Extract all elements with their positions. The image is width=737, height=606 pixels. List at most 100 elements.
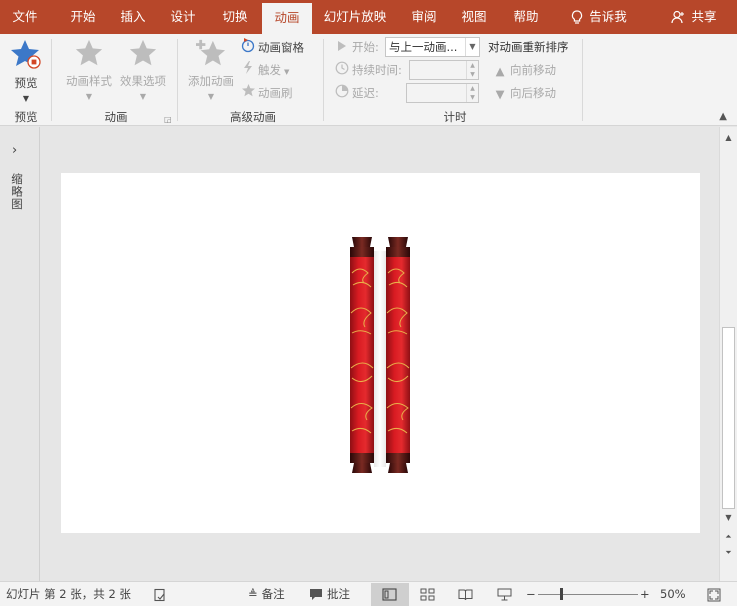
group-divider xyxy=(323,39,324,121)
zoom-slider-thumb[interactable] xyxy=(560,588,563,600)
triangle-down-icon: ▼ xyxy=(495,86,505,101)
move-later-button[interactable]: ▼ 向后移动 xyxy=(492,83,556,103)
accessibility-icon[interactable] xyxy=(153,582,167,606)
share-button[interactable]: 共享 xyxy=(662,0,726,34)
group-label-preview: 预览 xyxy=(14,110,38,124)
fit-slide-icon[interactable] xyxy=(707,582,721,606)
comments-label: 批注 xyxy=(327,587,350,601)
next-slide-icon[interactable]: ⏷ xyxy=(722,546,735,560)
spin-up-icon[interactable]: ▲ xyxy=(467,84,478,93)
group-divider xyxy=(582,39,583,121)
duration-label: 持续时间: xyxy=(334,60,402,80)
tab-view[interactable]: 视图 xyxy=(450,0,498,34)
chevron-down-icon[interactable]: ▼ xyxy=(465,38,479,56)
chevron-right-icon[interactable]: › xyxy=(12,143,17,158)
tab-animations[interactable]: 动画 xyxy=(262,3,312,34)
duration-input[interactable]: ▲ ▼ xyxy=(409,60,479,80)
slide-sorter-icon[interactable] xyxy=(420,582,435,606)
tab-insert[interactable]: 插入 xyxy=(108,0,158,34)
duration-label-text: 持续时间: xyxy=(352,63,402,77)
normal-view-icon[interactable] xyxy=(382,582,397,606)
spin-up-icon[interactable]: ▲ xyxy=(467,61,478,70)
start-label-text: 开始: xyxy=(352,40,379,54)
notes-label: 备注 xyxy=(261,587,285,601)
slideshow-view-icon[interactable] xyxy=(497,582,512,606)
animation-painter-label: 动画刷 xyxy=(258,86,293,100)
tab-design[interactable]: 设计 xyxy=(158,0,208,34)
group-divider xyxy=(177,39,178,121)
play-icon xyxy=(334,38,350,58)
left-scroll-roll xyxy=(350,237,374,473)
animation-styles-button[interactable]: 动画样式 ▼ xyxy=(62,38,116,101)
lightbulb-icon xyxy=(571,0,583,34)
person-add-icon xyxy=(671,0,685,34)
dialog-launcher-icon[interactable]: ◲ xyxy=(164,115,172,124)
animation-pane-icon xyxy=(240,37,256,59)
start-select[interactable]: 与上一动画... ▼ xyxy=(385,37,480,57)
share-label: 共享 xyxy=(691,9,717,24)
chevron-down-icon: ▼ xyxy=(207,92,215,101)
group-label-animation: 动画 xyxy=(104,110,128,124)
comment-icon xyxy=(309,582,323,606)
trigger-label: 触发 xyxy=(258,63,281,77)
star-icon xyxy=(116,38,170,71)
scroll-up-icon[interactable]: ▲ xyxy=(722,131,735,145)
effect-options-button[interactable]: 效果选项 ▼ xyxy=(116,38,170,101)
spinner[interactable]: ▲ ▼ xyxy=(466,61,478,79)
zoom-level[interactable]: 50% xyxy=(660,582,686,606)
animation-styles-label: 动画样式 xyxy=(66,74,112,88)
trigger-button[interactable]: 触发 ▼ xyxy=(240,60,289,80)
lightning-icon xyxy=(240,60,256,81)
add-animation-button[interactable]: 添加动画 ▼ xyxy=(184,38,238,101)
scroll-down-icon[interactable]: ▼ xyxy=(722,511,735,525)
tab-transitions[interactable]: 切换 xyxy=(210,0,260,34)
animation-pane-button[interactable]: 动画窗格 xyxy=(240,37,304,57)
move-later-label: 向后移动 xyxy=(510,86,556,100)
collapse-ribbon-icon[interactable]: ▲ xyxy=(719,111,727,122)
status-bar: 幻灯片 第 2 张，共 2 张 ≜ 备注 批注 − + 50% xyxy=(0,581,737,606)
spin-down-icon[interactable]: ▼ xyxy=(467,70,478,79)
zoom-slider-track[interactable] xyxy=(538,594,638,595)
spin-down-icon[interactable]: ▼ xyxy=(467,93,478,102)
scroll-thumb[interactable] xyxy=(722,327,735,509)
tab-review[interactable]: 审阅 xyxy=(400,0,448,34)
delay-input[interactable]: ▲ ▼ xyxy=(406,83,479,103)
preview-button[interactable]: 预览 ▼ xyxy=(6,38,46,103)
previous-slide-icon[interactable]: ⏶ xyxy=(722,530,735,544)
group-label-timing: 计时 xyxy=(443,110,467,124)
ribbon: 预览 ▼ 预览 动画样式 ▼ 效果选项 ▼ 动画 ◲ 添加动画 ▼ 动画窗格 触… xyxy=(0,34,737,126)
animation-painter-button[interactable]: 动画刷 xyxy=(240,83,293,103)
tab-slideshow[interactable]: 幻灯片放映 xyxy=(318,0,392,34)
brush-star-icon xyxy=(240,83,256,104)
chevron-down-icon: ▼ xyxy=(284,68,290,76)
reorder-title: 对动画重新排序 xyxy=(488,40,569,54)
tab-file[interactable]: 文件 xyxy=(0,0,50,34)
slide-counter: 幻灯片 第 2 张，共 2 张 xyxy=(6,587,131,601)
delay-label-text: 延迟: xyxy=(352,86,379,100)
thumbnail-pane-label[interactable]: 缩略图 xyxy=(9,173,25,211)
slide-canvas-area xyxy=(41,127,719,581)
notes-icon: ≜ xyxy=(248,587,258,601)
tab-help[interactable]: 帮助 xyxy=(502,0,550,34)
comments-button[interactable]: 批注 xyxy=(309,582,350,606)
move-earlier-button[interactable]: ▲ 向前移动 xyxy=(492,60,556,80)
group-divider xyxy=(51,39,52,121)
ribbon-tab-bar: 文件 开始 插入 设计 切换 动画 幻灯片放映 审阅 视图 帮助 告诉我 共享 xyxy=(0,0,737,34)
chevron-down-icon: ▼ xyxy=(85,92,93,101)
animation-pane-label: 动画窗格 xyxy=(258,40,304,55)
tell-me-box[interactable]: 告诉我 xyxy=(562,0,636,34)
tab-home[interactable]: 开始 xyxy=(58,0,108,34)
scroll-illustration[interactable] xyxy=(61,173,700,533)
zoom-in-button[interactable]: + xyxy=(640,582,650,606)
thumbnail-pane: › 缩略图 xyxy=(0,127,40,581)
star-add-icon xyxy=(184,38,238,71)
star-play-icon xyxy=(6,38,46,73)
reading-view-icon[interactable] xyxy=(458,582,473,606)
zoom-out-button[interactable]: − xyxy=(526,582,536,606)
spinner[interactable]: ▲ ▼ xyxy=(466,84,478,102)
notes-button[interactable]: ≜ 备注 xyxy=(248,582,285,606)
triangle-up-icon: ▲ xyxy=(495,63,505,78)
slide[interactable] xyxy=(61,173,700,533)
vertical-scrollbar[interactable]: ▲ ▼ ⏶ ⏷ xyxy=(719,127,737,581)
group-label-advanced-animation: 高级动画 xyxy=(230,110,276,124)
